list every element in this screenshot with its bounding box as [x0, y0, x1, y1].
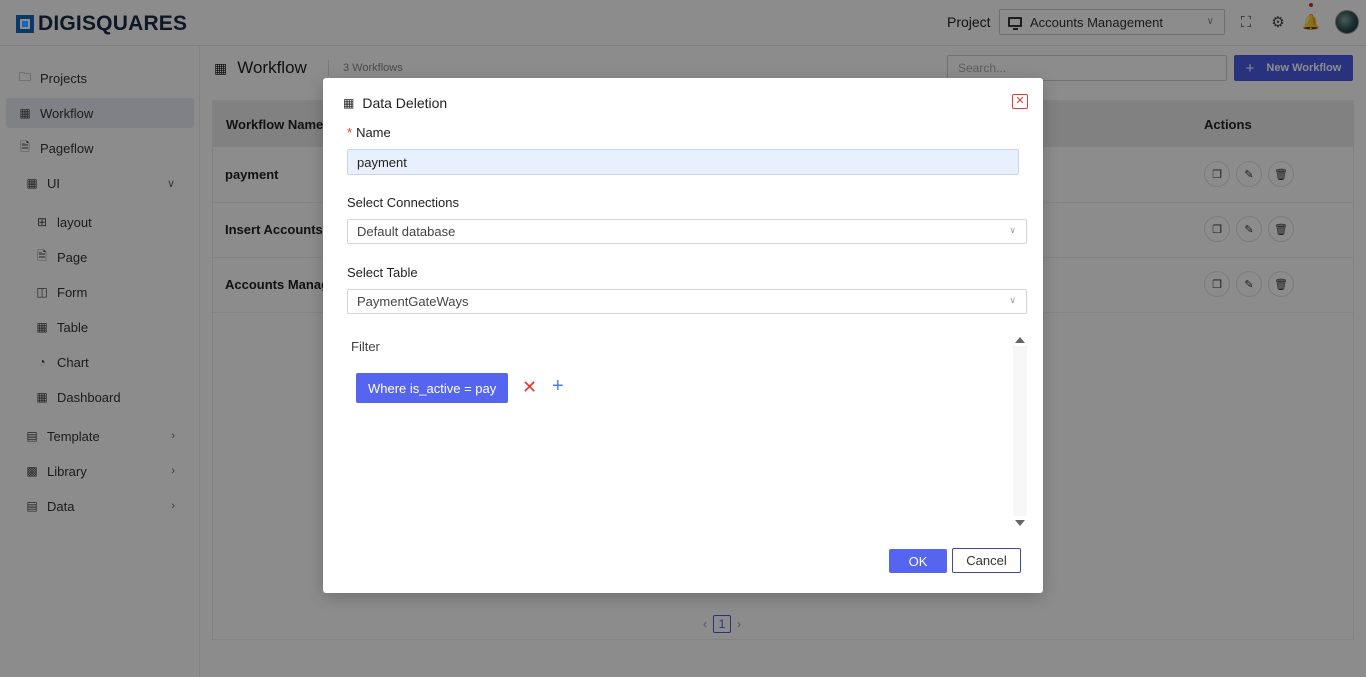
table-select[interactable]: PaymentGateWays ∨ — [347, 289, 1027, 314]
ok-button[interactable]: OK — [889, 549, 947, 573]
close-icon[interactable]: ✕ — [1012, 94, 1028, 109]
scrollbar[interactable] — [1013, 346, 1027, 516]
remove-filter-icon[interactable]: ✕ — [522, 376, 537, 398]
chevron-down-icon: ∨ — [1009, 295, 1016, 305]
name-label: * Name — [347, 125, 391, 140]
chevron-down-icon: ∨ — [1009, 225, 1016, 235]
table-label: Select Table — [347, 265, 418, 280]
modal-title-text: Data Deletion — [362, 95, 448, 111]
required-marker: * — [347, 125, 353, 140]
name-label-text: Name — [356, 125, 391, 140]
filter-panel: Filter Where is_active = pay ✕ + — [347, 332, 1027, 532]
connections-select-value: Default database — [357, 224, 456, 239]
cancel-button[interactable]: Cancel — [952, 548, 1021, 573]
data-deletion-modal: ▦ Data Deletion ✕ *Name Select Connectio… — [323, 78, 1043, 593]
filter-condition-chip[interactable]: Where is_active = pay — [356, 373, 509, 403]
filter-label: Filter — [351, 339, 380, 354]
connections-select[interactable]: Default database ∨ — [347, 219, 1027, 244]
connections-label: Select Connections — [347, 195, 460, 210]
scroll-down-icon[interactable] — [1015, 520, 1025, 526]
workflow-icon: ▦ — [343, 96, 355, 110]
modal-title: ▦ Data Deletion — [343, 95, 447, 111]
table-select-value: PaymentGateWays — [357, 294, 469, 309]
add-filter-icon[interactable]: + — [552, 375, 564, 397]
name-input[interactable] — [347, 149, 1019, 175]
scroll-up-icon[interactable] — [1015, 337, 1025, 343]
